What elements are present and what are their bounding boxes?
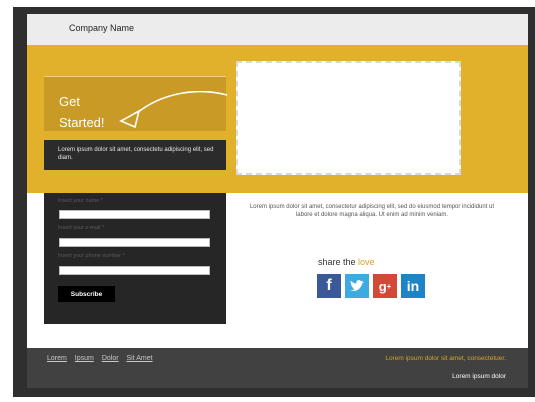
twitter-icon[interactable] — [345, 274, 369, 298]
get-started-line1: Get — [59, 94, 80, 109]
linkedin-icon[interactable]: in — [401, 274, 425, 298]
hero-description: Lorem ipsum dolor sit amet, consectetu a… — [58, 147, 214, 161]
share-highlight: love — [358, 257, 375, 267]
site-footer: Lorem Ipsum Dolor Sit Amet Lorem ipsum d… — [27, 348, 528, 388]
footer-link[interactable]: Ipsum — [75, 355, 94, 362]
email-input[interactable] — [59, 238, 210, 247]
twitter-bird-icon — [350, 280, 364, 291]
video-placeholder[interactable] — [236, 61, 461, 175]
footer-tagline: Lorem ipsum dolor sit amet, consectetuer… — [385, 355, 506, 362]
footer-link[interactable]: Lorem — [47, 355, 67, 362]
hero-section: Get Started! Lorem ipsum dolor sit amet,… — [27, 45, 528, 193]
phone-input[interactable] — [59, 266, 210, 275]
footer-copyright: Lorem ipsum dolor — [452, 373, 506, 380]
name-label: Insert your name * — [58, 198, 103, 204]
facebook-icon[interactable]: f — [317, 274, 341, 298]
share-prefix: share the — [318, 257, 356, 267]
body-paragraph: Lorem ipsum dolor sit amet, consectetur … — [249, 204, 495, 218]
footer-link[interactable]: Dolor — [102, 355, 119, 362]
name-input[interactable] — [59, 210, 210, 219]
subscribe-button[interactable]: Subscribe — [58, 286, 115, 302]
hero-description-box: Lorem ipsum dolor sit amet, consectetu a… — [44, 140, 226, 170]
footer-links: Lorem Ipsum Dolor Sit Amet — [47, 355, 159, 362]
company-name[interactable]: Company Name — [69, 23, 134, 33]
signup-form: Insert your name * Insert your e-mail * … — [44, 193, 226, 324]
landing-page: Company Name Get Started! Lorem ipsum do… — [27, 14, 528, 388]
email-label: Insert your e-mail * — [58, 225, 105, 231]
google-plus-icon[interactable]: g + — [373, 274, 397, 298]
get-started-line2: Started! — [59, 115, 105, 130]
curved-arrow-icon — [119, 91, 228, 129]
share-heading: share the love — [318, 257, 375, 267]
site-header: Company Name — [27, 14, 528, 45]
footer-link[interactable]: Sit Amet — [127, 355, 153, 362]
phone-label: Insert your phone number * — [58, 253, 125, 259]
